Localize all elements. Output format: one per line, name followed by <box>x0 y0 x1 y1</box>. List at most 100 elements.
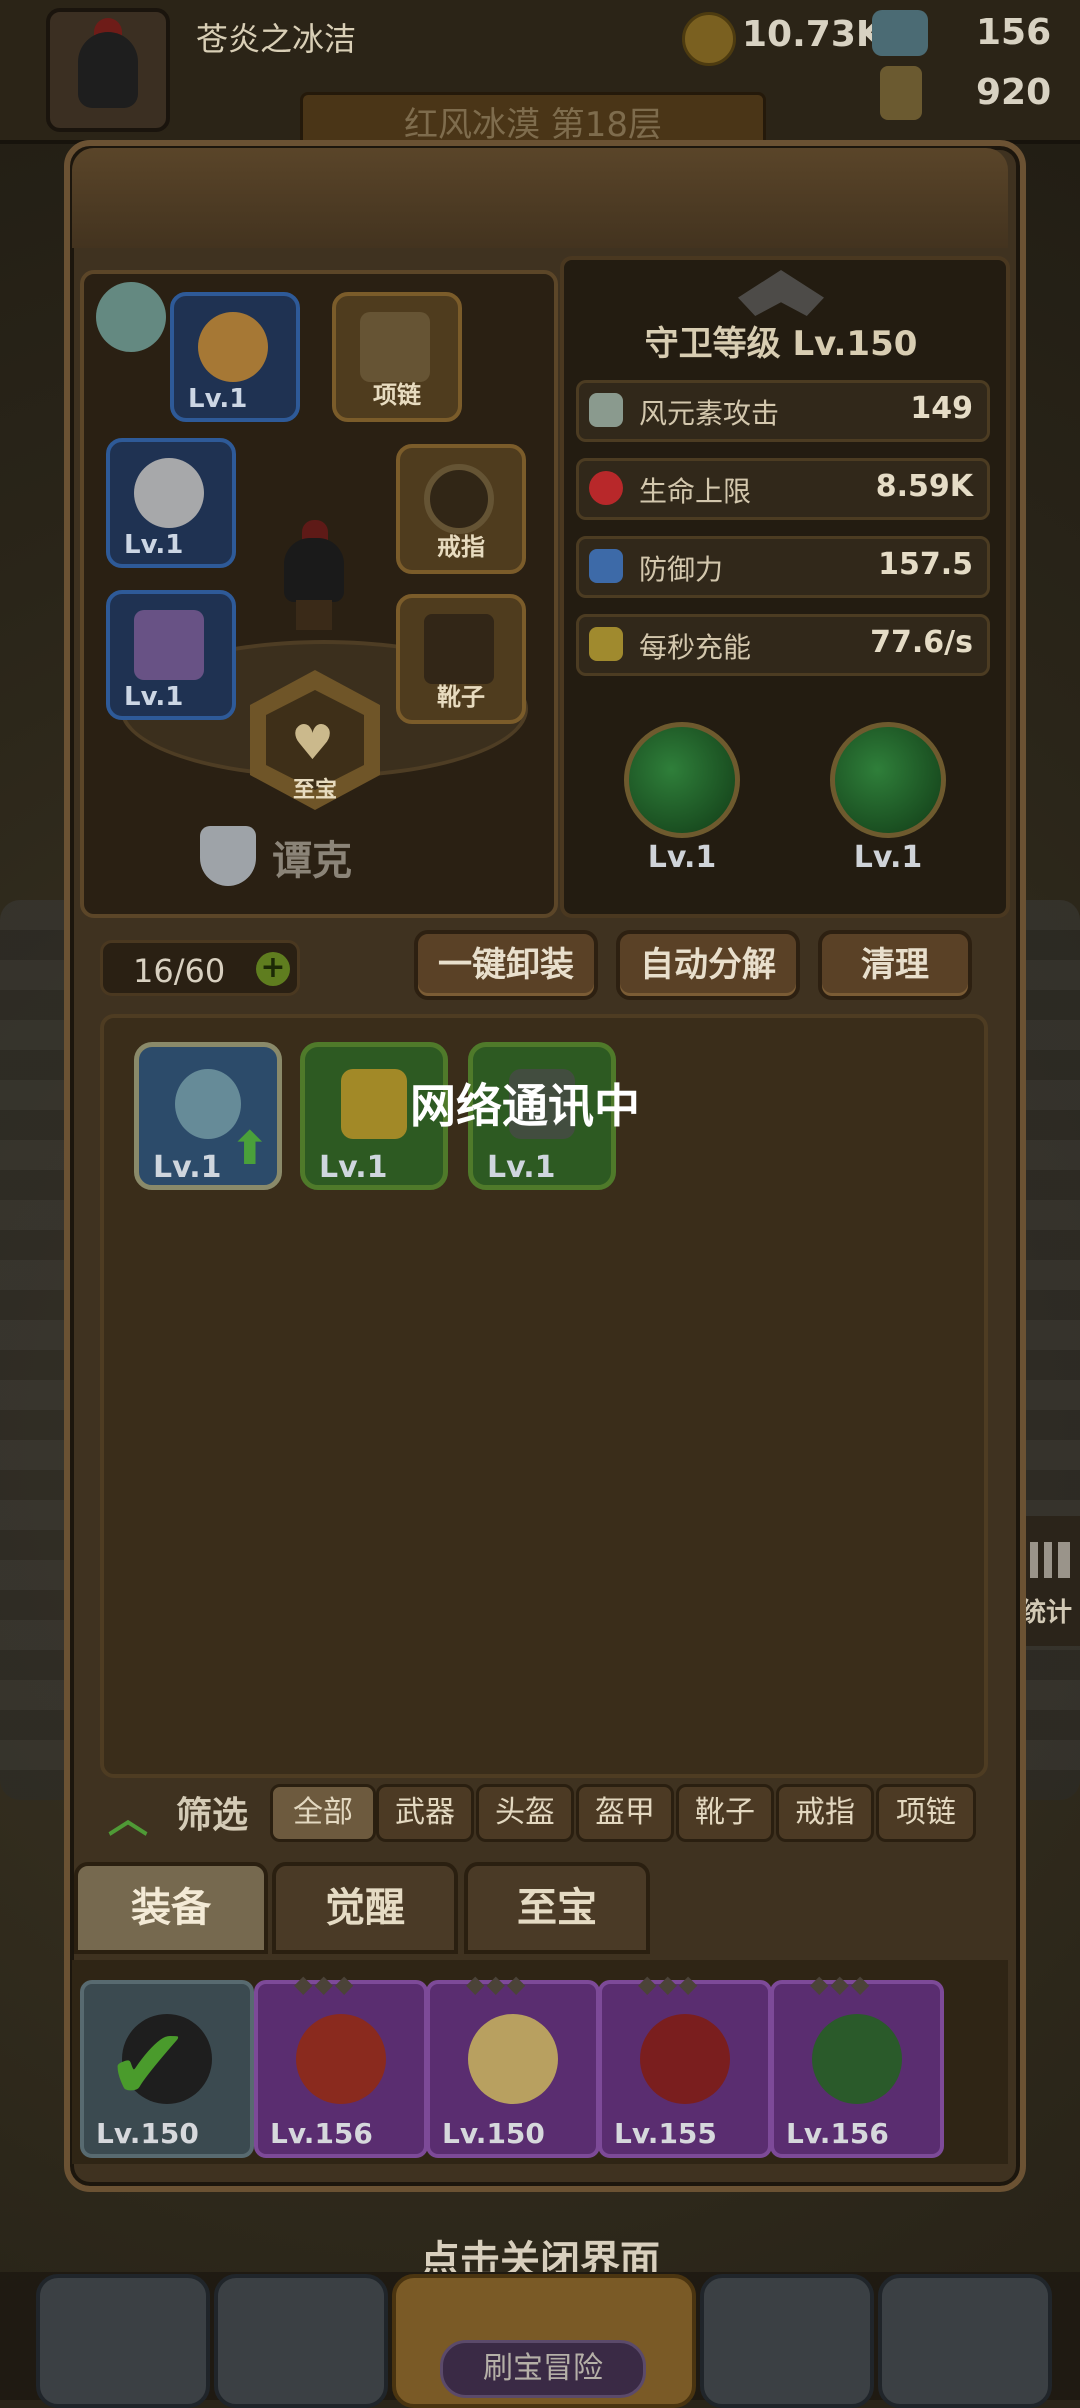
item-level: Lv.1 <box>319 1150 388 1185</box>
heart-icon: ♥ <box>291 715 335 771</box>
player-name: 苍炎之冰洁 <box>196 20 357 58</box>
skill-1-icon[interactable] <box>624 722 740 838</box>
hero-sprite <box>278 520 350 630</box>
pizza-weapon-icon <box>198 312 268 382</box>
stat-label: 风元素攻击 <box>639 397 780 430</box>
stat-value: 149 <box>910 391 973 426</box>
hero-level: Lv.156 <box>270 2117 373 2150</box>
armor-icon <box>134 610 204 680</box>
filter-tab-helmet[interactable]: 头盔 <box>476 1784 574 1842</box>
expand-capacity-button[interactable]: + <box>256 952 290 986</box>
shield-icon <box>589 549 623 583</box>
star-rank-icon: ◆◆◆ <box>638 1970 700 1998</box>
stat-label: 生命上限 <box>639 475 752 508</box>
upgrade-arrow-icon: ⬆ <box>230 1121 269 1175</box>
hero-class-name: 谭克 <box>272 838 352 884</box>
loading-text: 网络通讯中 <box>410 1079 640 1133</box>
necklace-icon <box>360 312 430 382</box>
stat-row-defense: 防御力 157.5 <box>576 536 990 598</box>
hero-card[interactable]: ◆◆◆ Lv.150 <box>426 1970 600 2158</box>
hero-level: Lv.150 <box>96 2117 199 2150</box>
stat-label: 防御力 <box>639 553 724 586</box>
filter-tab-ring[interactable]: 戒指 <box>776 1784 874 1842</box>
skill-2-level: Lv.1 <box>853 840 923 875</box>
necklace-slot-label: 项链 <box>373 381 421 409</box>
armor-slot[interactable]: Lv.1 <box>106 590 236 720</box>
filter-tab-boots[interactable]: 靴子 <box>676 1784 774 1842</box>
necklace-slot[interactable]: 项链 <box>332 292 462 422</box>
side-stats-label: 统计 <box>1020 1598 1073 1628</box>
stat-value: 77.6/s <box>870 625 973 660</box>
auto-decompose-button[interactable]: 自动分解 <box>616 930 800 1000</box>
skill-2-icon[interactable] <box>830 722 946 838</box>
star-rank-icon: ◆◆◆ <box>810 1970 872 1998</box>
guard-level: 守卫等级 Lv.150 <box>644 324 918 364</box>
player-avatar[interactable] <box>46 8 170 132</box>
boots-slot[interactable]: 靴子 <box>396 594 526 724</box>
nav-shop-icon[interactable] <box>36 2274 210 2408</box>
nav-hero-icon[interactable] <box>214 2274 388 2408</box>
armor-slot-level: Lv.1 <box>124 682 184 712</box>
boots-icon <box>424 614 494 684</box>
helmet-slot-level: Lv.1 <box>124 530 184 560</box>
filter-tab-armor[interactable]: 盔甲 <box>576 1784 674 1842</box>
wind-element-icon <box>96 282 166 352</box>
hero-level: Lv.150 <box>442 2117 545 2150</box>
filter-tab-all[interactable]: 全部 <box>270 1784 376 1842</box>
stat-value: 8.59K <box>875 469 973 504</box>
stat-value: 157.5 <box>878 547 973 582</box>
weapon-slot-level: Lv.1 <box>188 384 248 414</box>
stamina-amount: 920 <box>976 72 1052 113</box>
tab-equipment[interactable]: 装备 <box>74 1862 268 1954</box>
bar-chart-icon <box>1030 1542 1070 1578</box>
stat-label: 每秒充能 <box>639 631 752 664</box>
hero-portrait <box>812 2014 902 2104</box>
gold-amount: 10.73K <box>742 14 884 55</box>
helmet-slot[interactable]: Lv.1 <box>106 438 236 568</box>
ring-icon <box>424 464 494 534</box>
boots-slot-label: 靴子 <box>437 683 485 711</box>
filter-tab-necklace[interactable]: 项链 <box>876 1784 976 1842</box>
tab-treasure[interactable]: 至宝 <box>464 1862 650 1954</box>
inventory-item[interactable]: ⬆ Lv.1 <box>134 1042 282 1190</box>
nav-adventure-label: 刷宝冒险 <box>440 2340 646 2398</box>
weapon-slot[interactable]: Lv.1 <box>170 292 300 422</box>
hero-portrait <box>296 2014 386 2104</box>
checkmark-icon: ✔ <box>106 2006 190 2123</box>
hero-portrait <box>468 2014 558 2104</box>
tab-awaken[interactable]: 觉醒 <box>272 1862 458 1954</box>
hero-portrait <box>640 2014 730 2104</box>
hero-card[interactable]: ◆◆◆ Lv.155 <box>598 1970 772 2158</box>
gem-amount: 156 <box>976 12 1052 53</box>
wind-blade-icon <box>589 393 623 427</box>
unequip-all-button[interactable]: 一键卸装 <box>414 930 598 1000</box>
skill-1-level: Lv.1 <box>647 840 717 875</box>
class-shield-icon <box>200 826 256 886</box>
hero-level: Lv.155 <box>614 2117 717 2150</box>
stat-row-max-hp: 生命上限 8.59K <box>576 458 990 520</box>
ring-slot[interactable]: 戒指 <box>396 444 526 574</box>
item-level: Lv.1 <box>153 1150 222 1185</box>
gold-coin-icon <box>682 12 736 66</box>
chevron-up-icon[interactable]: ︿ <box>108 1786 148 1844</box>
hero-card[interactable]: ◆◆◆ Lv.156 <box>770 1970 944 2158</box>
filter-label: 筛选 <box>176 1795 249 1836</box>
star-rank-icon: ◆◆◆ <box>294 1970 356 1998</box>
nav-forge-icon[interactable] <box>878 2274 1052 2408</box>
hero-level: Lv.156 <box>786 2117 889 2150</box>
treasure-slot-label: 至宝 <box>292 778 337 803</box>
stat-row-wind-attack: 风元素攻击 149 <box>576 380 990 442</box>
cleanup-button[interactable]: 清理 <box>818 930 972 1000</box>
hero-card[interactable]: ✔ Lv.150 <box>80 1980 254 2158</box>
sword-icon <box>589 627 623 661</box>
stamina-jar-icon <box>880 66 922 120</box>
ring-slot-label: 戒指 <box>437 533 485 561</box>
item-level: Lv.1 <box>487 1150 556 1185</box>
panel-header <box>72 148 1008 248</box>
filter-tab-weapon[interactable]: 武器 <box>376 1784 474 1842</box>
nav-bag-icon[interactable] <box>700 2274 874 2408</box>
stat-row-charge-rate: 每秒充能 77.6/s <box>576 614 990 676</box>
heart-icon <box>589 471 623 505</box>
star-rank-icon: ◆◆◆ <box>466 1970 528 1998</box>
hero-card[interactable]: ◆◆◆ Lv.156 <box>254 1970 428 2158</box>
